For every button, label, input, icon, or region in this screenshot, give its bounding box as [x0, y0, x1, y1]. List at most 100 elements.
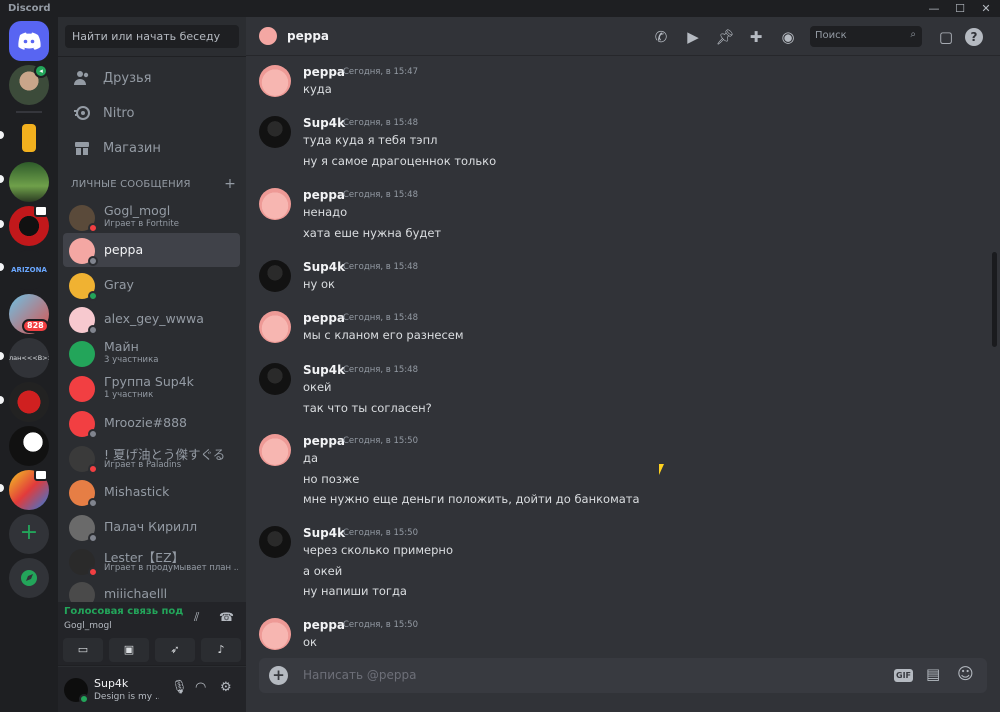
add-friend-dm-icon[interactable]: ✚ [745, 26, 767, 48]
message-author[interactable]: peppa [303, 65, 345, 79]
create-dm-button[interactable]: + [224, 176, 236, 192]
voice-status: Голосовая связь под [64, 606, 184, 617]
dm-name: Mroozie#888 [104, 415, 188, 430]
speaker-icon: ◂ [34, 64, 48, 78]
dm-name: Gray [104, 277, 134, 292]
message-author[interactable]: peppa [303, 434, 345, 448]
message-timestamp: Сегодня, в 15:48 [343, 190, 418, 200]
sticker-icon[interactable]: ▤ [926, 665, 940, 683]
message-avatar[interactable] [259, 618, 291, 650]
server-black[interactable] [9, 426, 49, 466]
nav-friends[interactable]: Друзья [63, 62, 240, 94]
dm-item[interactable]: peppa [63, 233, 240, 267]
message-avatar[interactable] [259, 434, 291, 466]
server-clan[interactable]: лан<<<В>> [9, 338, 49, 378]
server-csgo[interactable] [9, 382, 49, 422]
minimize-button[interactable]: — [926, 2, 942, 16]
headphones-icon[interactable]: ◠ [195, 680, 206, 695]
message-author[interactable]: Sup4k [303, 526, 345, 540]
dm-item[interactable]: Lester【EZ】 Играет в продумывает план ... [63, 544, 240, 578]
search-icon: ⌕ [910, 29, 916, 40]
unread-indicator [0, 396, 4, 404]
message-avatar[interactable] [259, 116, 291, 148]
find-conversation-input[interactable]: Найти или начать беседу [65, 25, 239, 48]
dm-item[interactable]: Gray [63, 268, 240, 302]
message-timestamp: Сегодня, в 15:48 [343, 262, 418, 272]
nav-nitro[interactable]: Nitro [63, 97, 240, 129]
message-author[interactable]: Sup4k [303, 116, 345, 130]
message-author[interactable]: peppa [303, 188, 345, 202]
status-offline-icon [88, 325, 98, 335]
settings-gear-icon[interactable]: ⚙ [220, 680, 232, 695]
message-avatar[interactable] [259, 188, 291, 220]
server-forest[interactable] [9, 162, 49, 202]
help-icon[interactable]: ? [965, 28, 983, 46]
header-username[interactable]: peppa [287, 29, 329, 43]
chat-area: peppa ✆ ▶ 📌︎ ✚ ◉ Поиск ⌕ ▢ ? peppa Сегодня… [246, 17, 1000, 712]
emoji-icon[interactable]: ☺ [957, 664, 974, 683]
unread-indicator [0, 352, 4, 360]
screen-share-button[interactable]: ▣ [109, 638, 149, 662]
dm-item[interactable]: Группа Sup4k 1 участник [63, 371, 240, 405]
message-avatar[interactable] [259, 65, 291, 97]
user-profile-icon[interactable]: ◉ [777, 26, 799, 48]
camera-off-button[interactable]: ▭ [63, 638, 103, 662]
dm-item[interactable]: ! 夏げ油とう傑すぐる Играет в Paladins [63, 441, 240, 475]
dm-activity: Играет в Paladins [104, 460, 182, 470]
gif-icon[interactable]: GIF [894, 669, 914, 682]
message-avatar[interactable] [259, 311, 291, 343]
message-composer[interactable]: + Написать @peppa GIF ▤ ☺ [259, 658, 987, 693]
attach-plus-icon[interactable]: + [269, 666, 288, 685]
voice-call-icon[interactable]: ✆ [650, 26, 672, 48]
dm-avatar [69, 341, 95, 367]
message-avatar[interactable] [259, 260, 291, 292]
mic-icon[interactable]: 🎙︎ [171, 680, 188, 695]
dm-item[interactable]: Майн 3 участника [63, 336, 240, 370]
server-arizona[interactable]: ARIZONA [9, 250, 49, 290]
mention-badge: 828 [22, 319, 49, 333]
nav-shop[interactable]: Магазин [63, 132, 240, 164]
dm-item[interactable]: Палач Кирилл [63, 510, 240, 544]
status-offline-icon [88, 429, 98, 439]
disconnect-icon[interactable]: ☎ [219, 610, 234, 624]
status-dnd-icon [88, 567, 98, 577]
scrollbar[interactable] [992, 252, 997, 347]
server-pringles[interactable] [9, 118, 49, 158]
close-button[interactable]: ✕ [978, 2, 994, 16]
message-timestamp: Сегодня, в 15:50 [343, 436, 418, 446]
dm-item[interactable]: Mroozie#888 [63, 406, 240, 440]
message-text: через сколько примерно [303, 543, 453, 557]
message-input[interactable]: Написать @peppa [303, 668, 416, 682]
nitro-icon [74, 106, 90, 120]
dm-item[interactable]: alex_gey_wwwa [63, 302, 240, 336]
noise-suppression-icon[interactable]: ⫽ [194, 610, 199, 625]
inbox-icon[interactable]: ▢ [935, 26, 957, 48]
explore-button[interactable] [9, 558, 49, 598]
maximize-button[interactable]: ☐ [952, 2, 968, 16]
dm-item[interactable]: Gogl_mogl Играет в Fortnite [63, 200, 240, 234]
stream-badge [34, 469, 48, 481]
message-avatar[interactable] [259, 526, 291, 558]
dm-activity: 3 участника [104, 355, 159, 365]
dm-item[interactable]: Mishastick [63, 475, 240, 509]
unread-indicator [0, 220, 4, 228]
video-call-icon[interactable]: ▶ [682, 26, 704, 48]
add-server-button[interactable]: + [9, 514, 49, 554]
dm-header-label: ЛИЧНЫЕ СООБЩЕНИЯ [71, 179, 191, 190]
dm-activity: 1 участник [104, 390, 154, 400]
message-author[interactable]: peppa [303, 311, 345, 325]
message-author[interactable]: peppa [303, 618, 345, 632]
dm-name: Mishastick [104, 484, 170, 499]
message-text: мне нужно еще деньги положить, дойти до … [303, 492, 640, 506]
home-button[interactable] [9, 21, 49, 61]
message-avatar[interactable] [259, 363, 291, 395]
message-text: ну ок [303, 277, 335, 291]
pinned-icon[interactable]: 📌︎ [714, 26, 736, 48]
message-author[interactable]: Sup4k [303, 363, 345, 377]
status-dnd-icon [88, 464, 98, 474]
chat-search-input[interactable]: Поиск ⌕ [810, 26, 922, 47]
message-author[interactable]: Sup4k [303, 260, 345, 274]
soundboard-button[interactable]: ♪ [201, 638, 241, 662]
message-timestamp: Сегодня, в 15:48 [343, 118, 418, 128]
activity-button[interactable]: ➶ [155, 638, 195, 662]
